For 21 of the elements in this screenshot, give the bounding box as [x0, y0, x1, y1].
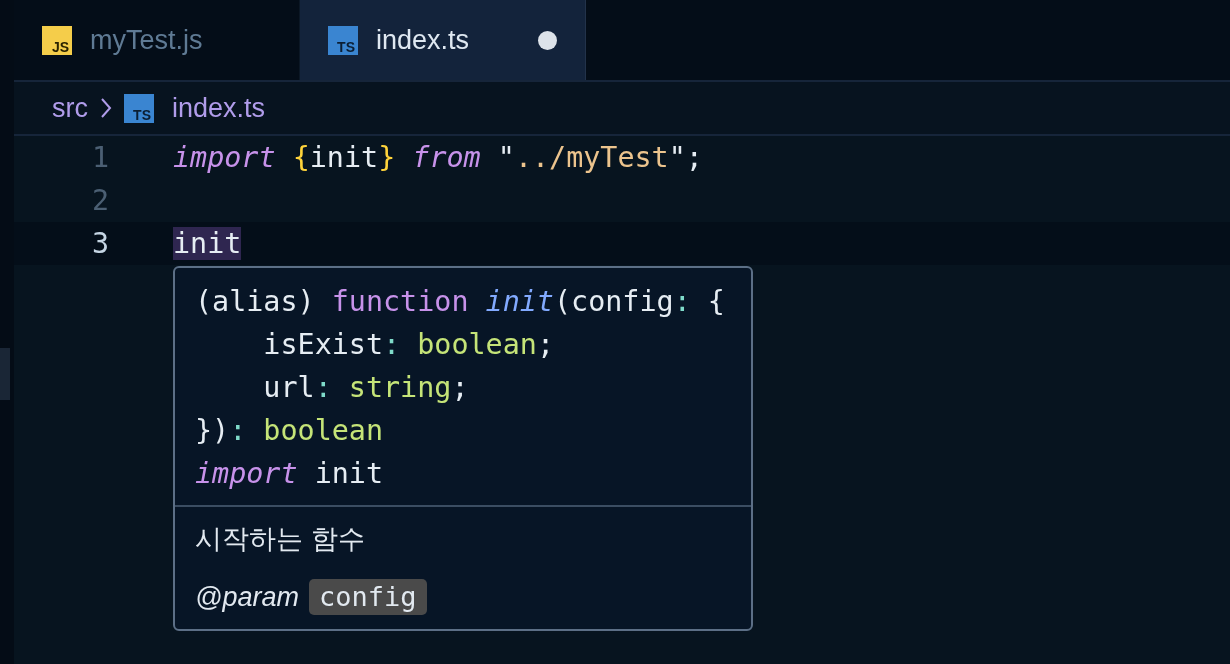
- line-number: 1: [90, 141, 109, 174]
- signature-line: }): boolean: [195, 413, 385, 449]
- breadcrumb-folder[interactable]: src: [52, 92, 88, 124]
- file-type-icon: JS: [42, 25, 72, 55]
- line-number: 2: [90, 184, 109, 217]
- doc-description: 시작하는 함수: [195, 523, 366, 556]
- file-type-icon: TS: [124, 93, 154, 123]
- editor-tab[interactable]: TS index.ts: [300, 0, 586, 80]
- signature-line: (alias) function init(config: {: [195, 284, 726, 320]
- editor-tab[interactable]: JS myTest.js: [14, 0, 300, 80]
- file-type-icon: TS: [328, 25, 358, 55]
- signature-line: isExist: boolean;: [262, 327, 555, 363]
- param-tag: @param: [195, 581, 299, 613]
- code-line: import {init} from "../myTest";: [173, 141, 703, 174]
- breadcrumb-label[interactable]: index.ts: [172, 92, 266, 124]
- line-number: 3: [90, 227, 109, 260]
- signature-line: import init: [195, 456, 385, 492]
- param-name: config: [308, 579, 427, 615]
- signature-line: url: string;: [262, 370, 470, 406]
- gutter-marker: [0, 348, 10, 400]
- chevron-icon: [100, 97, 112, 119]
